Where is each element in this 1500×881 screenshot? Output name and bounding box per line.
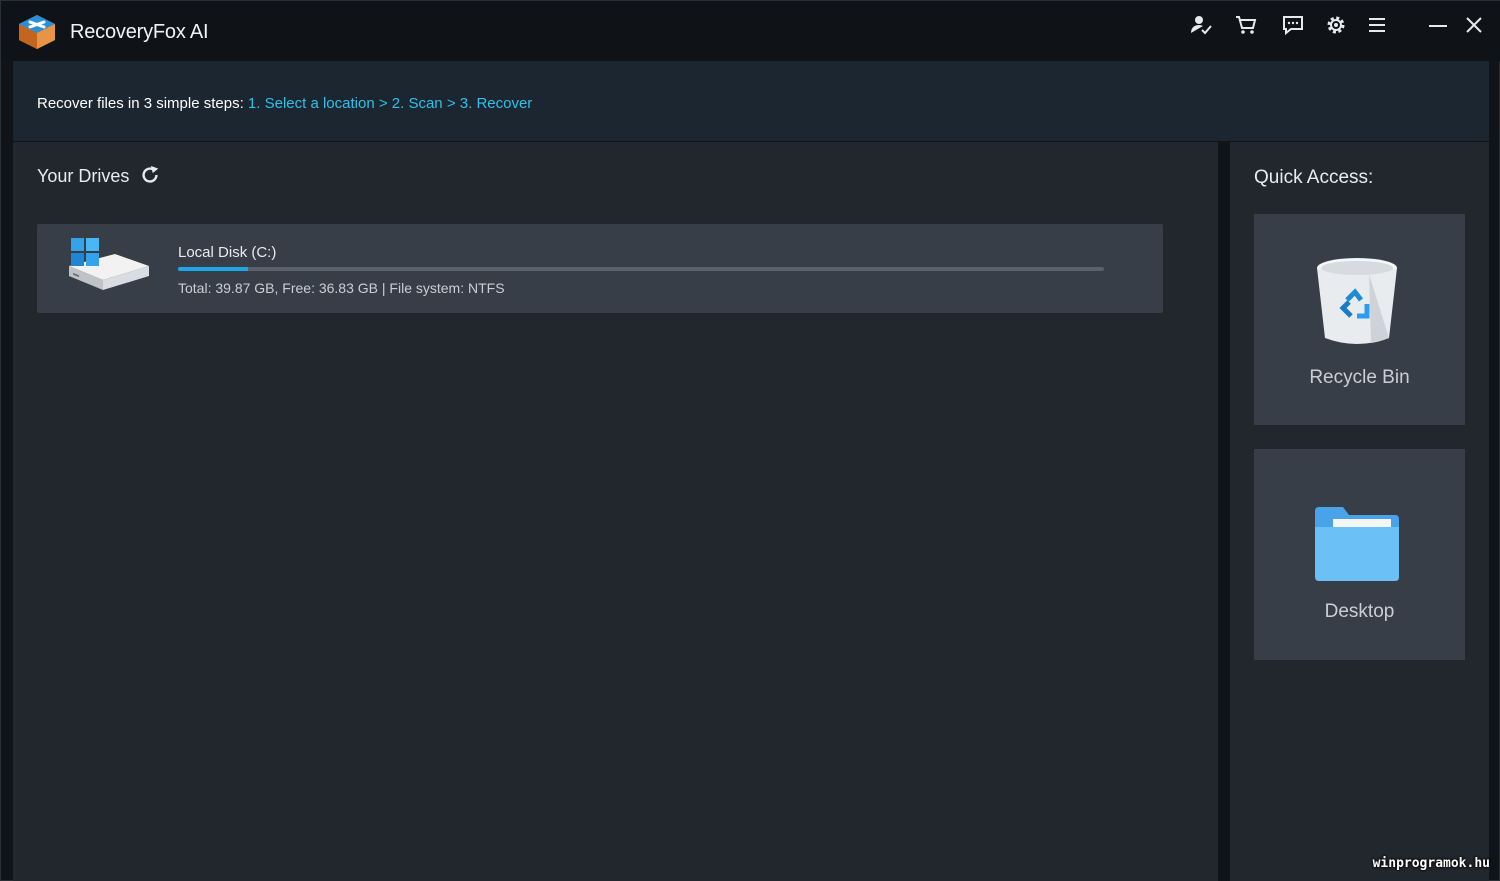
desktop-label: Desktop <box>1324 601 1395 622</box>
step-separator: > <box>446 95 456 112</box>
feedback-icon[interactable] <box>1279 11 1307 39</box>
drive-name: Local Disk (C:) <box>178 244 277 261</box>
drives-title: Your Drives <box>37 166 130 186</box>
menu-icon[interactable] <box>1363 11 1391 39</box>
cart-icon[interactable] <box>1232 11 1260 39</box>
refresh-icon[interactable] <box>139 164 161 186</box>
quick-access-desktop[interactable]: Desktop <box>1254 449 1465 660</box>
step-1: 1. Select a location <box>247 95 375 112</box>
steps-banner: Recover files in 3 simple steps: 1. Sele… <box>13 61 1489 141</box>
app-logo-icon <box>19 15 55 49</box>
minimize-icon[interactable] <box>1424 11 1452 39</box>
drive-usage-bar <box>178 267 1104 271</box>
panel-divider <box>1218 142 1230 881</box>
quick-access-recycle-bin[interactable]: Recycle Bin <box>1254 214 1465 425</box>
step-3: 3. Recover <box>459 95 533 112</box>
drive-usage-fill <box>178 267 249 271</box>
recycle-bin-label: Recycle Bin <box>1309 367 1410 388</box>
recycle-bin-icon <box>1317 258 1397 344</box>
quick-access-panel: Quick Access: Recycle Bin Desktop <box>1230 142 1489 881</box>
drive-info: Total: 39.87 GB, Free: 36.83 GB | File s… <box>178 280 505 296</box>
watermark: winprogramok.hu <box>1372 856 1490 871</box>
steps-prefix: Recover files in 3 simple steps: <box>37 95 244 112</box>
steps-text: Recover files in 3 simple steps: 1. Sele… <box>37 95 532 112</box>
folder-icon <box>1315 507 1399 581</box>
step-2: 2. Scan <box>391 95 443 112</box>
app-window: RecoveryFox AI Recover files in 3 simple… <box>0 0 1500 881</box>
step-separator: > <box>378 95 388 112</box>
title-bar: RecoveryFox AI <box>1 1 1500 61</box>
drive-item-c[interactable]: Local Disk (C:) Total: 39.87 GB, Free: 3… <box>37 224 1163 313</box>
app-title: RecoveryFox AI <box>70 21 209 43</box>
quick-access-title: Quick Access: <box>1254 167 1374 188</box>
settings-icon[interactable] <box>1322 11 1350 39</box>
account-icon[interactable] <box>1187 11 1215 39</box>
close-icon[interactable] <box>1460 11 1488 39</box>
hard-drive-icon <box>69 238 149 290</box>
drives-panel: Your Drives Local Disk (C:) Total: 39.87… <box>13 142 1218 881</box>
